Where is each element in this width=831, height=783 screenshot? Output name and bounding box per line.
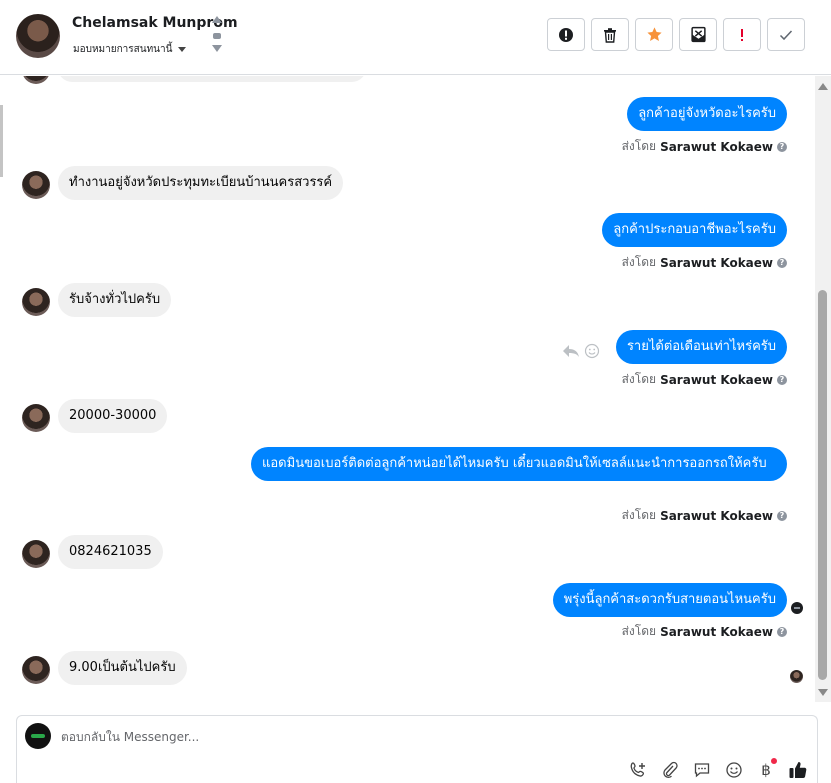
assign-conversation-dropdown[interactable]: มอบหมายการสนทนานี้	[73, 42, 187, 57]
message-bubble-incoming[interactable]: รับจ้างทั่วไปครับ	[58, 283, 172, 317]
mark-unread-icon	[690, 26, 706, 43]
check-icon	[779, 29, 793, 40]
baht-icon[interactable]: ฿	[755, 758, 777, 780]
mark-done-button[interactable]	[767, 18, 805, 51]
reply-composer: ฿	[16, 715, 818, 783]
page-avatar	[25, 723, 51, 749]
contact-avatar-small	[22, 540, 50, 568]
follow-up-button[interactable]	[723, 18, 761, 51]
caret-down-icon	[178, 47, 187, 52]
message-bubble-incoming[interactable]: 0824621035	[58, 535, 163, 569]
conversation-header: Chelamsak Munprom มอบหมายการสนทนานี้	[0, 0, 831, 75]
help-icon[interactable]: ?	[777, 626, 787, 637]
sent-by-label: ส่งโดย Sarawut Kokaew ?	[622, 137, 787, 156]
delete-button[interactable]	[591, 18, 629, 51]
scroll-up-arrow-icon[interactable]	[818, 83, 828, 90]
contact-avatar[interactable]	[16, 14, 60, 58]
help-icon[interactable]: ?	[777, 374, 787, 385]
call-add-icon[interactable]	[627, 760, 649, 780]
message-bubble-incoming	[58, 76, 366, 82]
conversation-navigator[interactable]	[212, 16, 222, 56]
notification-dot	[771, 758, 777, 764]
sent-by-label: ส่งโดย Sarawut Kokaew ?	[622, 506, 787, 525]
attach-icon[interactable]	[659, 760, 681, 780]
alert-icon	[559, 27, 573, 42]
scrollbar-thumb[interactable]	[818, 290, 827, 680]
contact-avatar-small	[22, 288, 50, 316]
message-bubble-outgoing[interactable]: ลูกค้าอยู่จังหวัดอะไรครับ	[627, 97, 787, 131]
contact-avatar-small	[22, 76, 50, 84]
star-icon	[646, 27, 662, 41]
assign-label: มอบหมายการสนทนานี้	[73, 44, 173, 55]
sent-by-label: ส่งโดย Sarawut Kokaew ?	[622, 370, 787, 389]
message-bubble-outgoing[interactable]: ลูกค้าประกอบอาชีพอะไรครับ	[602, 213, 787, 247]
contact-avatar-small	[22, 656, 50, 684]
reply-input[interactable]	[61, 730, 561, 744]
saved-reply-icon[interactable]	[691, 760, 713, 780]
help-icon[interactable]: ?	[777, 257, 787, 268]
message-bubble-outgoing[interactable]: รายได้ต่อเดือนเท่าไหร่ครับ	[615, 330, 787, 364]
handle-icon	[213, 33, 221, 39]
chevron-up-icon[interactable]	[212, 16, 222, 23]
composer-tools: ฿	[627, 758, 809, 780]
reply-icon[interactable]	[562, 343, 580, 359]
help-icon[interactable]: ?	[777, 510, 787, 521]
sent-by-label: ส่งโดย Sarawut Kokaew ?	[622, 253, 787, 272]
chevron-down-icon[interactable]	[212, 45, 222, 52]
contact-avatar-small	[22, 171, 50, 199]
spam-button[interactable]	[547, 18, 585, 51]
scroll-down-arrow-icon[interactable]	[818, 689, 828, 696]
react-emoji-icon[interactable]	[584, 343, 600, 359]
message-thread[interactable]: ลูกค้าอยู่จังหวัดอะไรครับ ส่งโดย Sarawut…	[0, 76, 815, 702]
message-bubble-incoming[interactable]: ทำงานอยู่จังหวัดประทุมทะเบียนบ้านนครสวรร…	[58, 166, 344, 200]
help-icon[interactable]: ?	[777, 141, 787, 152]
like-icon[interactable]	[787, 760, 809, 780]
message-bubble-incoming[interactable]: 20000-30000	[58, 399, 168, 433]
trash-icon	[604, 27, 616, 43]
contact-avatar-small	[22, 404, 50, 432]
message-bubble-outgoing[interactable]: แอดมินขอเบอร์ติดต่อลูกค้าหน่อยได้ไหมครับ…	[251, 447, 787, 481]
star-button[interactable]	[635, 18, 673, 51]
message-bubble-incoming[interactable]: 9.00เป็นต้นไปครับ	[58, 651, 187, 685]
exclamation-icon	[741, 28, 743, 41]
seen-indicator-icon	[791, 602, 803, 614]
read-receipt-avatar	[790, 670, 803, 683]
message-bubble-outgoing[interactable]: พรุ่งนี้ลูกค้าสะดวกรับสายตอนไหนครับ	[552, 583, 787, 617]
mark-unread-button[interactable]	[679, 18, 717, 51]
sent-by-label: ส่งโดย Sarawut Kokaew ?	[622, 622, 787, 641]
conversation-toolbar	[547, 18, 805, 51]
emoji-icon[interactable]	[723, 760, 745, 780]
